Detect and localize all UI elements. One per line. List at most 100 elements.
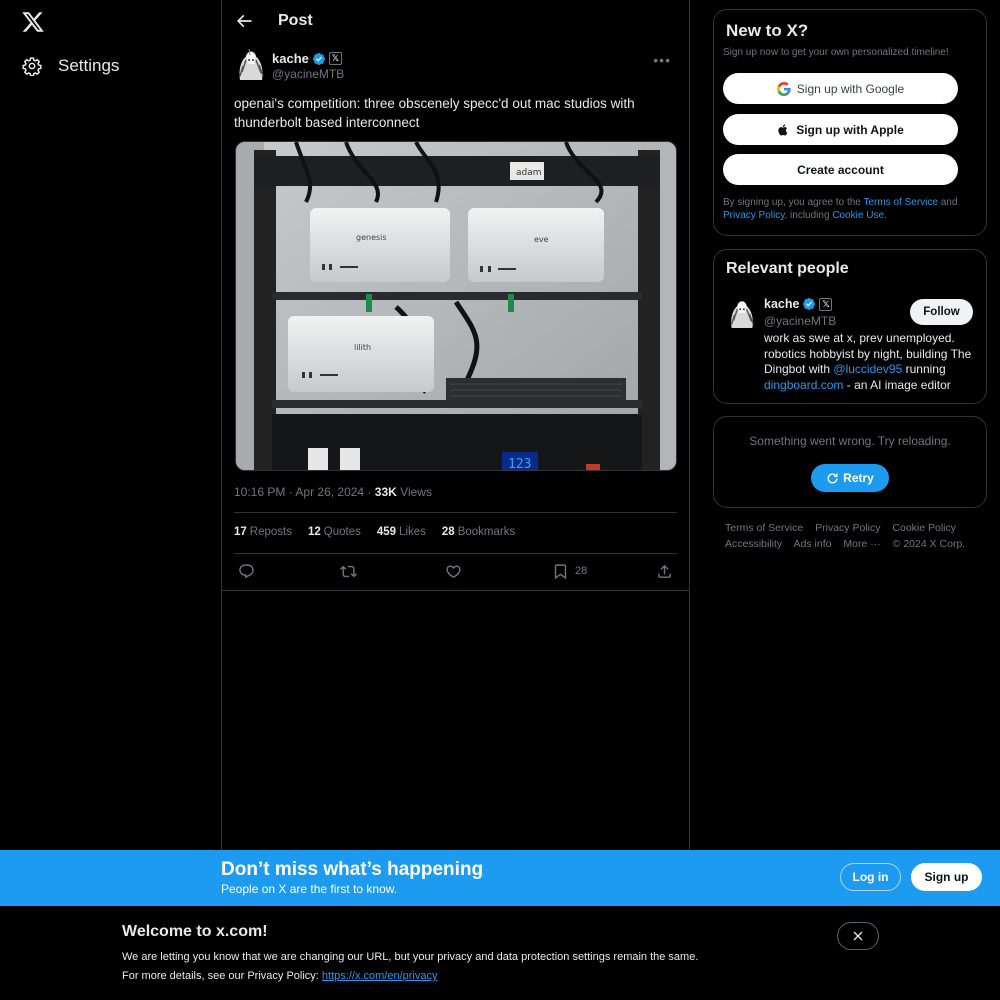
- likes-stat[interactable]: 459 Likes: [377, 526, 426, 538]
- footer-accessibility-link[interactable]: Accessibility: [725, 538, 782, 550]
- signup-button[interactable]: Sign up: [911, 863, 982, 891]
- retry-button[interactable]: Retry: [811, 464, 889, 492]
- settings-label: Settings: [58, 56, 120, 75]
- x-logo-icon[interactable]: [21, 10, 45, 34]
- signup-bottom-bar: Don’t miss what’s happening People on X …: [0, 850, 1000, 906]
- relevant-people-card: Relevant people kache 𝕏 @yacineMTB Follo…: [713, 249, 987, 404]
- bio-text: - an AI image editor: [846, 377, 951, 392]
- bio-text: running: [905, 362, 946, 376]
- signup-legal: By signing up, you agree to the Terms of…: [723, 196, 985, 222]
- legal-text: , including: [784, 210, 830, 221]
- footer-cookie-link[interactable]: Cookie Policy: [892, 522, 956, 534]
- relevant-name[interactable]: kache: [764, 297, 799, 311]
- label-lilith: lilith: [354, 343, 371, 352]
- relevant-handle[interactable]: @yacineMTB: [764, 314, 836, 328]
- relevant-name-row[interactable]: kache 𝕏: [764, 297, 833, 311]
- bookmark-count: 28: [575, 565, 588, 577]
- voltage-display: 123: [508, 457, 531, 471]
- bottom-bar-subtitle: People on X are the first to know.: [221, 882, 398, 896]
- reply-icon: [239, 563, 254, 578]
- post-actions: 28: [234, 561, 677, 583]
- cookie-use-link[interactable]: Cookie Use: [832, 210, 884, 221]
- more-options-icon[interactable]: •••: [653, 52, 671, 68]
- divider: [234, 553, 677, 554]
- footer-copyright: © 2024 X Corp.: [892, 538, 966, 550]
- like-button[interactable]: [445, 561, 462, 581]
- signup-apple-label: Sign up with Apple: [796, 122, 904, 137]
- signup-card: New to X? Sign up now to get your own pe…: [713, 9, 987, 236]
- mac-studio-rack-photo: adam genesis eve lilith 123: [236, 142, 676, 471]
- banner-text: For more details, see our Privacy Policy…: [122, 970, 437, 982]
- post-time[interactable]: 10:16 PM: [234, 485, 285, 499]
- mention-link[interactable]: @luccidev95: [833, 362, 902, 376]
- google-icon: [776, 81, 791, 96]
- reply-button[interactable]: [238, 561, 255, 581]
- error-message: Something went wrong. Try reloading.: [749, 434, 951, 448]
- label-adam: adam: [516, 168, 542, 178]
- signup-google-button[interactable]: Sign up with Google: [723, 73, 958, 104]
- close-banner-button[interactable]: [837, 922, 879, 950]
- create-account-button[interactable]: Create account: [723, 154, 958, 185]
- repost-icon: [340, 565, 357, 577]
- affiliate-badge: 𝕏: [819, 297, 833, 311]
- share-button[interactable]: [656, 561, 673, 581]
- author-name[interactable]: kache: [272, 51, 309, 66]
- footer-ads-info-link[interactable]: Ads info: [794, 538, 832, 550]
- relevant-bio: work as swe at x, prev unemployed. robot…: [764, 331, 982, 393]
- avatar[interactable]: [726, 296, 758, 330]
- bottom-bar-title: Don’t miss what’s happening: [221, 859, 484, 880]
- terms-link[interactable]: Terms of Service: [863, 197, 937, 208]
- banner-title: Welcome to x.com!: [122, 923, 268, 940]
- bookmark-button[interactable]: 28: [552, 561, 587, 581]
- app-root: Settings Post kache 𝕏 @yacineMTB ••• ope…: [0, 0, 1000, 1000]
- create-account-label: Create account: [797, 162, 884, 177]
- label-genesis: genesis: [356, 233, 387, 242]
- signup-card-title: New to X?: [726, 21, 809, 40]
- post-header: Post: [222, 0, 689, 42]
- meta-separator: ·: [367, 485, 375, 499]
- share-icon: [658, 564, 671, 578]
- legal-text: and: [940, 197, 958, 208]
- verified-badge-icon: [803, 298, 816, 310]
- back-arrow-icon[interactable]: [234, 11, 254, 31]
- error-card: Something went wrong. Try reloading. Ret…: [713, 416, 987, 508]
- post-stats: 17 Reposts 12 Quotes 459 Likes 28 Bookmarks: [234, 526, 515, 538]
- views-count: 33K: [374, 485, 397, 499]
- verified-badge-icon: [312, 52, 325, 65]
- privacy-policy-link[interactable]: https://x.com/en/privacy: [322, 970, 438, 982]
- footer-privacy-link[interactable]: Privacy Policy: [815, 522, 880, 534]
- refresh-icon: [827, 472, 838, 483]
- login-button[interactable]: Log in: [840, 863, 901, 891]
- bookmarks-stat[interactable]: 28 Bookmarks: [442, 526, 515, 538]
- follow-button[interactable]: Follow: [910, 299, 973, 325]
- post-meta: 10:16 PM · Apr 26, 2024 · 33K Views: [234, 485, 432, 499]
- footer-terms-link[interactable]: Terms of Service: [725, 522, 803, 534]
- retry-label: Retry: [843, 471, 874, 485]
- main-column: Post kache 𝕏 @yacineMTB ••• openai's com…: [221, 0, 690, 850]
- label-eve: eve: [534, 235, 549, 244]
- left-nav: Settings: [0, 0, 221, 850]
- quotes-stat[interactable]: 12 Quotes: [308, 526, 361, 538]
- signup-apple-button[interactable]: Sign up with Apple: [723, 114, 958, 145]
- repost-button[interactable]: [340, 561, 357, 581]
- post-image[interactable]: adam genesis eve lilith 123: [235, 141, 677, 471]
- footer-links: Terms of Service Privacy Policy Cookie P…: [725, 520, 985, 552]
- bio-url-link[interactable]: dingboard.com: [764, 378, 843, 392]
- post-date[interactable]: Apr 26, 2024: [295, 485, 364, 499]
- divider: [222, 590, 689, 591]
- legal-text: .: [884, 210, 887, 221]
- footer-more-link[interactable]: More ···: [843, 538, 880, 550]
- signup-google-label: Sign up with Google: [796, 81, 905, 96]
- page-title: Post: [278, 12, 313, 29]
- author-handle[interactable]: @yacineMTB: [272, 67, 344, 81]
- privacy-link[interactable]: Privacy Policy: [723, 210, 785, 221]
- author-name-row[interactable]: kache 𝕏: [272, 51, 342, 66]
- close-icon: [853, 931, 863, 941]
- views-label: Views: [400, 485, 432, 499]
- nav-settings[interactable]: Settings: [22, 56, 119, 76]
- reposts-stat[interactable]: 17 Reposts: [234, 526, 292, 538]
- relevant-people-title: Relevant people: [726, 260, 849, 277]
- avatar[interactable]: [234, 46, 268, 82]
- heart-icon: [446, 564, 461, 578]
- banner-text-prefix: For more details, see our Privacy Policy…: [122, 970, 319, 982]
